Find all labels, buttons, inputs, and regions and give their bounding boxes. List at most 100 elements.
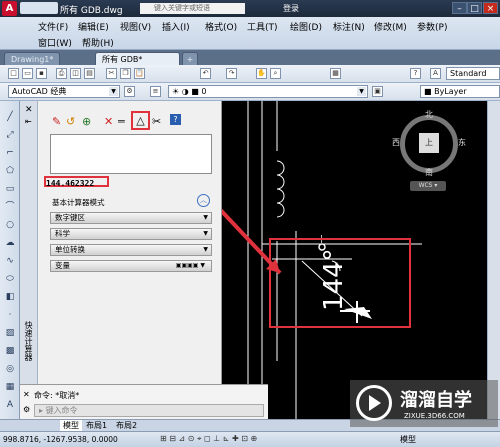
collapse-icon[interactable]: ︿ bbox=[197, 194, 210, 207]
variable-tools-icon[interactable]: ▣▣▣▣ ▼ bbox=[176, 261, 205, 271]
point-icon[interactable]: · bbox=[4, 309, 16, 321]
new-tab-button[interactable]: + bbox=[182, 52, 198, 65]
command-input[interactable]: ▸ 键入命令 bbox=[34, 404, 264, 417]
print-icon[interactable]: ⎙ bbox=[56, 68, 67, 79]
pan-icon[interactable]: ✋ bbox=[256, 68, 267, 79]
compass-west[interactable]: 西 bbox=[392, 137, 400, 148]
menu-format[interactable]: 格式(O) bbox=[205, 20, 237, 33]
viewcube[interactable]: 上 北 南 东 西 bbox=[392, 109, 467, 179]
publish-icon[interactable]: ▤ bbox=[84, 68, 95, 79]
properties-icon[interactable]: ▦ bbox=[330, 68, 341, 79]
workspace-select[interactable]: AutoCAD 经典 ▼ bbox=[8, 85, 120, 98]
text-icon[interactable]: A bbox=[4, 399, 16, 411]
palette-autohide-icon[interactable]: ⇤ bbox=[25, 117, 32, 126]
status-bar: 998.8716, -1267.9538, 0.0000 ⊞ ⊟ ⊿ ⊙ ⌖ ◻… bbox=[0, 431, 500, 447]
command-settings-icon[interactable]: ⚙ bbox=[23, 405, 30, 414]
polygon-icon[interactable]: ⬠ bbox=[4, 165, 16, 177]
line-icon[interactable]: ╱ bbox=[4, 111, 16, 123]
block-icon[interactable]: ◧ bbox=[4, 291, 16, 303]
polyline-icon[interactable]: ⌐ bbox=[4, 147, 16, 159]
wcs-menu[interactable]: WCS ▾ bbox=[410, 181, 446, 191]
copy-icon[interactable]: ❐ bbox=[120, 68, 131, 79]
arc-icon[interactable]: ⌒ bbox=[4, 201, 16, 213]
open-icon[interactable]: ▭ bbox=[22, 68, 33, 79]
spline-icon[interactable]: ∿ bbox=[4, 255, 16, 267]
redo-icon[interactable]: ↷ bbox=[226, 68, 237, 79]
menu-help[interactable]: 帮助(H) bbox=[82, 36, 114, 49]
layer-select[interactable]: ☀ ◑ ■ 0 ▼ bbox=[168, 85, 368, 98]
cut-icon[interactable]: ✂ bbox=[106, 68, 117, 79]
tab-model[interactable]: 模型 bbox=[60, 420, 82, 431]
angle-icon[interactable]: △ bbox=[131, 111, 150, 130]
clear-icon[interactable]: ✎ bbox=[52, 115, 61, 128]
tab-drawing1[interactable]: Drawing1* bbox=[4, 52, 60, 65]
tab-layout1[interactable]: 布局1 bbox=[86, 420, 107, 431]
help-icon[interactable]: ? bbox=[170, 114, 181, 125]
paste-icon[interactable]: 📋 bbox=[134, 68, 145, 79]
menu-window[interactable]: 窗口(W) bbox=[38, 36, 72, 49]
save-icon[interactable]: ▪ bbox=[36, 68, 47, 79]
xline-icon[interactable]: ⤢ bbox=[4, 129, 16, 141]
snap-toggles[interactable]: ⊞ ⊟ ⊿ ⊙ ⌖ ◻ ⊥ ⊾ ✚ ⊡ ⊕ bbox=[160, 434, 257, 444]
tab-gdb[interactable]: 所有 GDB* bbox=[95, 52, 180, 65]
region-icon[interactable]: ◎ bbox=[4, 363, 16, 375]
viewcube-face[interactable]: 上 bbox=[419, 133, 439, 153]
search-input[interactable]: 键入关键字或短语 bbox=[140, 3, 245, 14]
calculator-result[interactable]: 144.462322 bbox=[44, 176, 109, 188]
menu-params[interactable]: 参数(P) bbox=[417, 20, 447, 33]
command-close-icon[interactable]: ✕ bbox=[23, 390, 30, 399]
help-icon[interactable]: ? bbox=[410, 68, 421, 79]
tab-layout2[interactable]: 布局2 bbox=[116, 420, 137, 431]
section-scientific[interactable]: 科学 ▼ bbox=[50, 228, 212, 240]
gradient-icon[interactable]: ▩ bbox=[4, 345, 16, 357]
signin-button[interactable]: 登录 bbox=[283, 3, 299, 14]
menu-tools[interactable]: 工具(T) bbox=[247, 20, 278, 33]
undo-icon[interactable]: ↶ bbox=[200, 68, 211, 79]
get-coordinates-icon[interactable]: ⊕ bbox=[82, 115, 91, 128]
text-style-icon[interactable]: A bbox=[430, 68, 441, 79]
compass-south[interactable]: 南 bbox=[425, 167, 433, 178]
workspace-settings-icon[interactable]: ⚙ bbox=[124, 86, 135, 97]
section-numeric-keypad[interactable]: 数字键区 ▼ bbox=[50, 212, 212, 224]
menu-insert[interactable]: 插入(I) bbox=[162, 20, 190, 33]
menu-dimension[interactable]: 标注(N) bbox=[333, 20, 365, 33]
text-style-select[interactable]: Standard bbox=[446, 67, 500, 80]
menu-draw[interactable]: 绘图(D) bbox=[290, 20, 322, 33]
intersection-icon[interactable]: ✂ bbox=[152, 115, 161, 128]
new-icon[interactable]: □ bbox=[8, 68, 19, 79]
model-space-button[interactable]: 模型 bbox=[400, 434, 416, 445]
preview-icon[interactable]: ◫ bbox=[70, 68, 81, 79]
menu-edit[interactable]: 编辑(E) bbox=[78, 20, 109, 33]
chevron-down-icon: ▼ bbox=[203, 230, 208, 237]
distance-icon[interactable]: ✕ bbox=[104, 115, 113, 128]
color-select[interactable]: ■ ByLayer bbox=[420, 85, 500, 98]
app-logo[interactable]: A bbox=[2, 1, 17, 16]
minimize-button[interactable]: – bbox=[452, 2, 467, 14]
compass-north[interactable]: 北 bbox=[425, 109, 433, 120]
menu-modify[interactable]: 修改(M) bbox=[374, 20, 407, 33]
make-current-icon[interactable]: ▣ bbox=[372, 86, 383, 97]
line-intersection-icon[interactable]: ═ bbox=[118, 115, 125, 128]
table-icon[interactable]: ▦ bbox=[4, 381, 16, 393]
menu-view[interactable]: 视图(V) bbox=[120, 20, 151, 33]
quick-access-toolbar[interactable] bbox=[20, 2, 58, 14]
circle-icon[interactable]: ○ bbox=[4, 219, 16, 231]
hatch-icon[interactable]: ▨ bbox=[4, 327, 16, 339]
compass-east[interactable]: 东 bbox=[458, 137, 466, 148]
layer-properties-icon[interactable]: ≡ bbox=[150, 86, 161, 97]
document-title: 所有 GDB.dwg bbox=[60, 6, 123, 16]
section-units[interactable]: 单位转换 ▼ bbox=[50, 244, 212, 256]
rectangle-icon[interactable]: ▭ bbox=[4, 183, 16, 195]
section-variables[interactable]: 变量 ▣▣▣▣ ▼ bbox=[50, 260, 212, 272]
zoom-icon[interactable]: ⌕ bbox=[270, 68, 281, 79]
basic-mode-label: 基本计算器模式 bbox=[52, 198, 105, 207]
ellipse-icon[interactable]: ⬭ bbox=[4, 273, 16, 285]
maximize-button[interactable]: □ bbox=[467, 2, 482, 14]
revcloud-icon[interactable]: ☁ bbox=[4, 237, 16, 249]
menu-file[interactable]: 文件(F) bbox=[38, 20, 68, 33]
palette-close-icon[interactable]: ✕ bbox=[25, 105, 33, 115]
history-icon[interactable]: ↺ bbox=[66, 115, 75, 128]
watermark-brand: 溜溜自学 bbox=[400, 390, 472, 411]
close-button[interactable]: × bbox=[483, 2, 498, 14]
calculator-display[interactable] bbox=[50, 134, 212, 174]
